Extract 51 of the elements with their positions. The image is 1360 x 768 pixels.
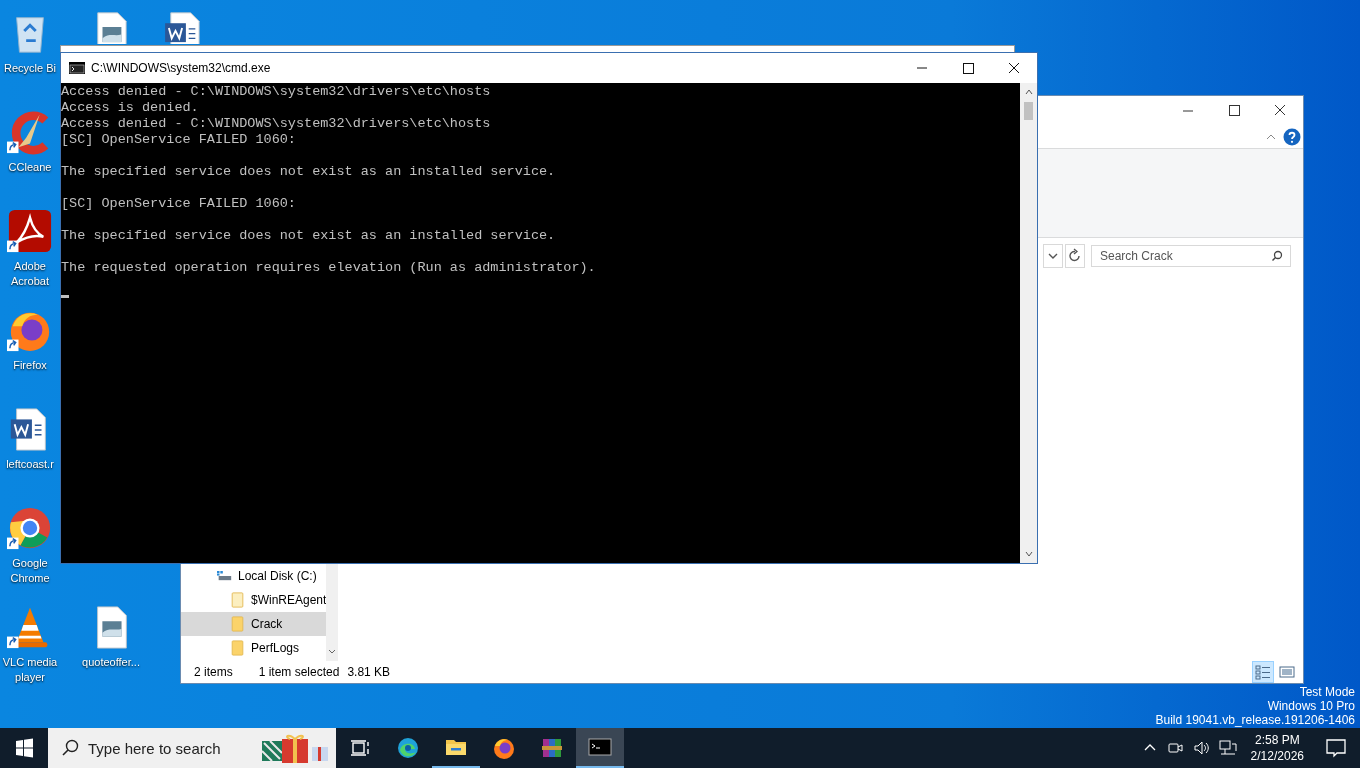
tree-item[interactable]: $WinREAgent: [181, 588, 327, 612]
console-line: Access denied - C:\WINDOWS\system32\drivers\etc\hosts: [61, 84, 492, 100]
console-line: [SC] OpenService FAILED 1060:: [61, 132, 297, 148]
notifications-icon[interactable]: [1324, 736, 1348, 760]
window-title: C:\WINDOWS\system32\cmd.exe: [91, 61, 272, 75]
clock[interactable]: 2:58 PM 2/12/2026: [1250, 732, 1304, 764]
folder-icon: [230, 616, 245, 632]
refresh-button[interactable]: [1065, 244, 1085, 268]
desktop-icon-label[interactable]: Recycle Bi: [4, 61, 56, 76]
desktop-icon-label[interactable]: CCleane: [8, 160, 52, 175]
desktop-icon-label[interactable]: quoteoffer...: [82, 655, 140, 670]
console-line: [SC] OpenService FAILED 1060:: [61, 196, 297, 212]
tree-item[interactable]: Crack: [181, 612, 327, 636]
console-icon: [69, 62, 85, 74]
selection-count: 1 item selected: [258, 665, 340, 679]
console-icon: [588, 735, 612, 759]
scrollbar-thumb[interactable]: [1024, 102, 1033, 120]
search-field[interactable]: Search Crack: [1091, 245, 1291, 267]
text-cursor: [61, 295, 69, 298]
details-view-button[interactable]: [1253, 662, 1273, 682]
search-icon: [60, 738, 80, 758]
archive-books-icon: [540, 736, 564, 760]
desktop-icon-label[interactable]: Google Chrome: [0, 556, 60, 586]
tree-item[interactable]: PerfLogs: [181, 636, 327, 660]
browser-icon: [492, 736, 516, 760]
console-line: Access denied - C:\WINDOWS\system32\drivers\etc\hosts: [61, 116, 492, 132]
console-line: The specified service does not exist as an installed service.: [61, 164, 557, 180]
desktop-icon-label[interactable]: leftcoast.r: [6, 457, 54, 472]
folder-icon: [230, 592, 245, 608]
browser-icon: [396, 736, 420, 760]
scrollbar[interactable]: [326, 564, 339, 661]
network-icon[interactable]: [1217, 738, 1238, 758]
item-count: 2 items: [194, 665, 233, 679]
selection-size: 3.81 KB: [347, 665, 391, 679]
browser-icon[interactable]: [7, 505, 53, 551]
tree-item[interactable]: Local Disk (C:): [181, 564, 327, 588]
console-line: The requested operation requires elevation (Run as administrator).: [61, 260, 597, 276]
system-notice-text: Test Mode: [1299, 685, 1355, 699]
folder-icon: [230, 640, 245, 656]
search-icon: [1271, 250, 1283, 262]
system-notice-text: Build 19041.vb_release.191206-1406: [1155, 713, 1355, 727]
scrollbar[interactable]: [1020, 83, 1037, 563]
desktop-icon-label[interactable]: Firefox: [13, 358, 47, 373]
console-line: The specified service does not exist as an installed service.: [61, 228, 557, 244]
pdf-app-icon[interactable]: [7, 208, 53, 254]
help-icon[interactable]: [1283, 128, 1301, 146]
console-line: Access is denied.: [61, 100, 200, 116]
desktop-icon-label[interactable]: Adobe Acrobat: [0, 259, 60, 289]
taskbar-app-button[interactable]: [576, 728, 624, 768]
desktop-icon-label[interactable]: VLC media player: [0, 655, 60, 685]
system-notice-text: Windows 10 Pro: [1267, 699, 1355, 713]
